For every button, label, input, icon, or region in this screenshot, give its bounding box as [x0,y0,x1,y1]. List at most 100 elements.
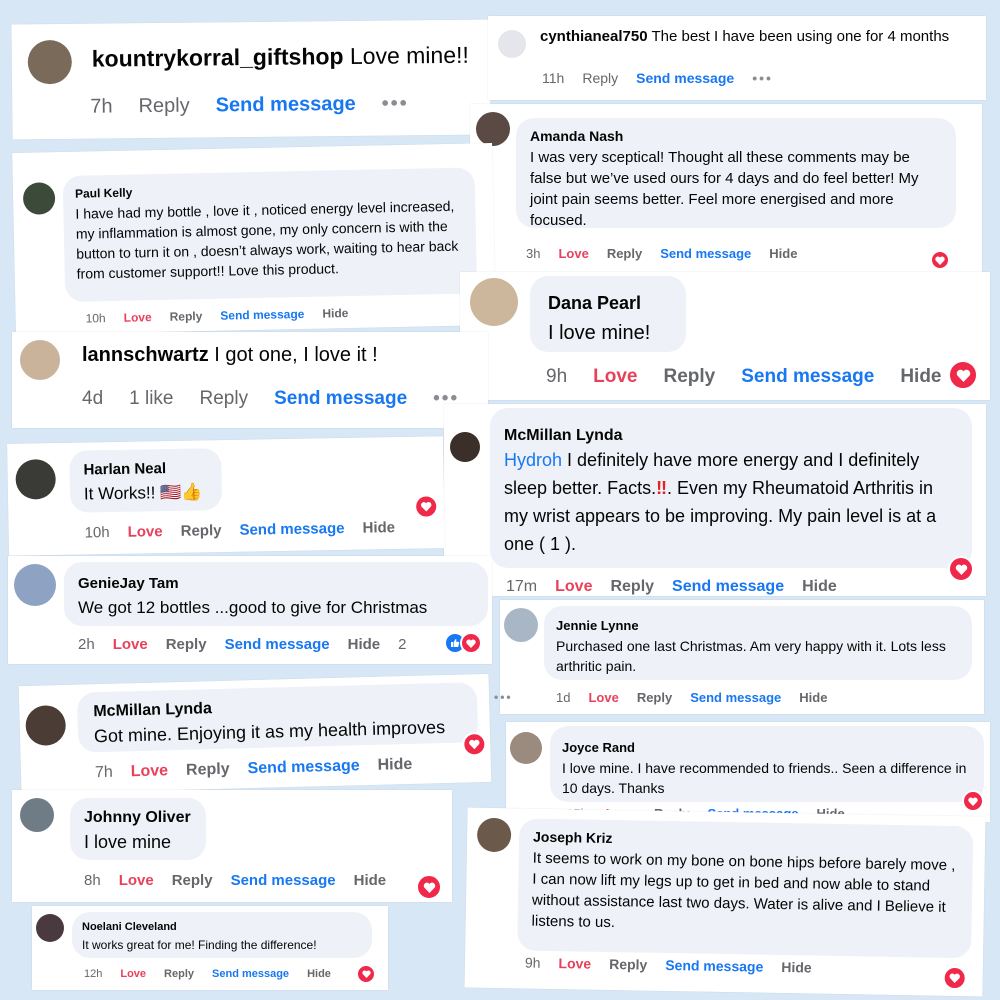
send-message-button[interactable]: Send message [672,578,784,596]
like-count[interactable]: 1 like [129,388,173,410]
avatar[interactable] [14,564,56,606]
heart-icon[interactable] [416,874,442,900]
heart-icon[interactable] [414,494,439,519]
timestamp[interactable]: 7h [90,95,112,118]
send-message-button[interactable]: Send message [212,968,289,980]
love-button[interactable]: Love [131,762,169,781]
reply-button[interactable]: Reply [609,956,647,973]
hide-button[interactable]: Hide [307,968,331,980]
hide-button[interactable]: Hide [348,636,381,653]
love-button[interactable]: Love [113,636,148,653]
avatar[interactable] [22,182,56,215]
hide-button[interactable]: Hide [781,959,812,976]
avatar[interactable] [510,732,542,764]
reply-button[interactable]: Reply [582,70,618,86]
avatar[interactable] [504,608,538,642]
timestamp[interactable]: 10h [85,311,105,325]
send-message-button[interactable]: Send message [274,388,407,410]
timestamp[interactable]: 9h [546,366,567,388]
send-message-button[interactable]: Send message [231,872,336,889]
commenter-name[interactable]: lannschwartz [82,344,209,366]
reply-button[interactable]: Reply [200,388,249,410]
avatar[interactable] [25,704,67,746]
hide-button[interactable]: Hide [799,690,827,705]
commenter-name[interactable]: Harlan Neal [83,456,207,482]
heart-icon[interactable] [356,964,376,984]
love-button[interactable]: Love [588,690,618,705]
reply-button[interactable]: Reply [610,578,654,596]
avatar[interactable] [498,30,526,58]
love-button[interactable]: Love [128,523,163,541]
hide-button[interactable]: Hide [900,366,941,388]
reply-button[interactable]: Reply [637,690,672,705]
timestamp[interactable]: 2h [78,636,95,653]
commenter-name[interactable]: GenieJay Tam [78,572,474,596]
timestamp[interactable]: 17m [506,578,537,596]
commenter-name[interactable]: Noelani Cleveland [82,918,362,936]
timestamp[interactable]: 7h [95,764,113,782]
send-message-button[interactable]: Send message [690,690,781,705]
hide-button[interactable]: Hide [322,306,348,321]
send-message-button[interactable]: Send message [660,246,751,261]
timestamp[interactable]: 9h [525,955,541,971]
avatar[interactable] [20,798,54,832]
love-button[interactable]: Love [555,578,592,596]
reply-button[interactable]: Reply [164,968,194,980]
heart-icon[interactable] [462,731,487,757]
heart-icon[interactable] [962,790,984,812]
heart-icon[interactable] [460,632,482,654]
reply-button[interactable]: Reply [166,636,207,653]
send-message-button[interactable]: Send message [636,70,734,86]
send-message-button[interactable]: Send message [665,957,763,975]
commenter-name[interactable]: Joyce Rand [562,738,972,758]
hide-button[interactable]: Hide [377,756,412,775]
hide-button[interactable]: Hide [362,519,395,537]
commenter-name[interactable]: kountrykorral_giftshop [92,43,344,72]
love-button[interactable]: Love [558,955,591,972]
reaction-count[interactable]: 2 [398,636,406,653]
timestamp[interactable]: 12h [84,968,102,980]
love-button[interactable]: Love [119,872,154,889]
heart-icon[interactable] [930,250,950,270]
avatar[interactable] [20,340,60,380]
commenter-name[interactable]: Dana Pearl [548,288,668,318]
avatar[interactable] [36,914,64,942]
reply-button[interactable]: Reply [172,872,213,889]
more-dots-icon[interactable]: ••• [752,70,773,86]
commenter-name[interactable]: McMillan Lynda [504,426,958,446]
timestamp[interactable]: 8h [84,872,101,889]
avatar[interactable] [450,432,480,462]
love-button[interactable]: Love [120,968,146,980]
mention-link[interactable]: Hydroh [504,450,562,470]
commenter-name[interactable]: Jennie Lynne [556,616,960,636]
reply-button[interactable]: Reply [607,246,642,261]
hide-button[interactable]: Hide [354,872,387,889]
reply-button[interactable]: Reply [186,761,230,780]
send-message-button[interactable]: Send message [220,307,304,323]
send-message-button[interactable]: Send message [247,757,359,778]
commenter-name[interactable]: Johnny Oliver [84,806,192,830]
avatar[interactable] [476,112,510,146]
love-button[interactable]: Love [593,366,637,388]
avatar[interactable] [476,817,512,853]
heart-icon[interactable] [942,965,967,991]
send-message-button[interactable]: Send message [741,366,874,388]
timestamp[interactable]: 10h [84,524,109,541]
reply-button[interactable]: Reply [138,95,189,119]
love-button[interactable]: Love [558,246,588,261]
more-dots-icon[interactable]: ••• [494,690,513,704]
reply-button[interactable]: Reply [170,309,203,324]
send-message-button[interactable]: Send message [225,636,330,653]
timestamp[interactable]: 3h [526,246,540,261]
send-message-button[interactable]: Send message [239,520,344,539]
more-dots-icon[interactable]: ••• [382,92,409,115]
commenter-name[interactable]: Amanda Nash [530,126,942,147]
commenter-name[interactable]: cynthianeal750 [540,28,648,45]
heart-icon[interactable] [948,556,974,582]
reply-button[interactable]: Reply [181,522,222,540]
avatar[interactable] [470,278,518,326]
timestamp[interactable]: 1d [556,690,570,705]
reply-button[interactable]: Reply [664,366,716,388]
avatar[interactable] [27,39,73,85]
hide-button[interactable]: Hide [769,246,797,261]
